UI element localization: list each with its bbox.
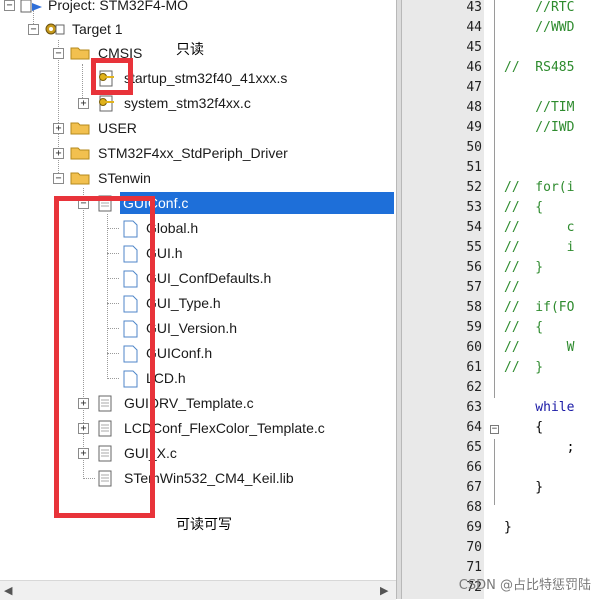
tree-group-stdperiph[interactable]: + STM32F4xx_StdPeriph_Driver bbox=[0, 142, 396, 164]
code-line[interactable]: // { bbox=[504, 198, 543, 218]
collapse-icon[interactable]: − bbox=[53, 48, 64, 59]
line-number: 47 bbox=[466, 80, 482, 95]
line-number: 58 bbox=[466, 300, 482, 315]
code-line[interactable]: //WWD bbox=[504, 18, 574, 38]
code-line[interactable]: //IWD bbox=[504, 118, 574, 138]
line-number: 46 bbox=[466, 60, 482, 75]
code-line[interactable]: //RTC bbox=[504, 0, 574, 18]
folder-icon bbox=[70, 147, 90, 160]
line-number: 45 bbox=[466, 40, 482, 55]
target-label: Target 1 bbox=[72, 21, 123, 37]
tree-file-startup[interactable]: startup_stm32f40_41xxx.s bbox=[0, 67, 396, 89]
line-number: 66 bbox=[466, 460, 482, 475]
code-line[interactable]: // if(FO bbox=[504, 298, 574, 318]
scroll-left-icon[interactable]: ◀ bbox=[4, 584, 12, 597]
fold-guide bbox=[494, 439, 495, 505]
file-label: system_stm32f4xx.c bbox=[124, 95, 251, 111]
collapse-icon[interactable]: − bbox=[4, 0, 15, 11]
file-label: startup_stm32f40_41xxx.s bbox=[124, 70, 288, 86]
code-line[interactable]: // } bbox=[504, 358, 543, 378]
project-name: Project: STM32F4-MO bbox=[48, 0, 189, 13]
line-number: 68 bbox=[466, 500, 482, 515]
line-number: 69 bbox=[466, 520, 482, 535]
code-line[interactable]: // RS485 bbox=[504, 58, 574, 78]
collapse-icon[interactable]: − bbox=[53, 173, 64, 184]
readonly-highlight-box bbox=[91, 58, 133, 95]
group-label: STM32F4xx_StdPeriph_Driver bbox=[98, 145, 288, 161]
tree-horizontal-scrollbar[interactable]: ◀ ▶ bbox=[0, 580, 396, 600]
line-number: 70 bbox=[466, 540, 482, 555]
folder-open-icon bbox=[70, 172, 90, 185]
watermark: CSDN @占比特惩罚陆 bbox=[458, 578, 591, 593]
line-number: 53 bbox=[466, 200, 482, 215]
code-line[interactable]: while bbox=[504, 398, 574, 418]
code-line[interactable]: // bbox=[504, 278, 520, 298]
file-label: GUI_Type.h bbox=[146, 295, 221, 311]
project-icon bbox=[20, 0, 42, 13]
line-number: 64 bbox=[466, 420, 482, 435]
file-label: GUI_ConfDefaults.h bbox=[146, 270, 272, 286]
line-number: 60 bbox=[466, 340, 482, 355]
line-number: 44 bbox=[466, 20, 482, 35]
line-number: 52 bbox=[466, 180, 482, 195]
line-number: 61 bbox=[466, 360, 482, 375]
folder-icon bbox=[70, 122, 90, 135]
code-line[interactable]: ; bbox=[504, 438, 575, 458]
line-number: 51 bbox=[466, 160, 482, 175]
group-label: USER bbox=[98, 120, 137, 136]
code-line[interactable]: // for(i bbox=[504, 178, 574, 198]
line-number: 62 bbox=[466, 380, 482, 395]
line-number: 63 bbox=[466, 400, 482, 415]
file-label-selected: GUIConf.c bbox=[120, 192, 394, 214]
code-line[interactable]: } bbox=[504, 478, 543, 498]
tree-target-row[interactable]: − Target 1 bbox=[0, 18, 396, 40]
line-number: 54 bbox=[466, 220, 482, 235]
line-number: 48 bbox=[466, 100, 482, 115]
code-line[interactable]: } bbox=[504, 518, 512, 538]
code-line[interactable]: // { bbox=[504, 318, 543, 338]
line-number: 56 bbox=[466, 260, 482, 275]
folder-open-icon bbox=[70, 47, 90, 60]
code-line[interactable]: // } bbox=[504, 258, 543, 278]
tree-file-system[interactable]: + system_stm32f4xx.c bbox=[0, 92, 396, 114]
tree-project-row[interactable]: − Project: STM32F4-MO bbox=[0, 0, 396, 16]
code-editor[interactable]: 43 //RTC 44 //WWD 45 46 // RS485 47 48 //TIM 49… bbox=[402, 0, 595, 599]
line-number: 59 bbox=[466, 320, 482, 335]
tree-group-user[interactable]: + USER bbox=[0, 117, 396, 139]
expand-icon[interactable]: + bbox=[53, 148, 64, 159]
scroll-right-icon[interactable]: ▶ bbox=[380, 584, 388, 597]
file-label: GUI_Version.h bbox=[146, 320, 238, 336]
code-line[interactable]: // c bbox=[504, 218, 574, 238]
group-label: STenwin bbox=[98, 170, 151, 186]
readwrite-annotation: 可读可写 bbox=[176, 517, 232, 533]
tree-group-stenwin[interactable]: − STenwin bbox=[0, 167, 396, 189]
line-number: 65 bbox=[466, 440, 482, 455]
line-number: 50 bbox=[466, 140, 482, 155]
line-number: 43 bbox=[466, 0, 482, 15]
readwrite-highlight-box bbox=[54, 196, 155, 518]
target-icon bbox=[45, 23, 65, 35]
expand-icon[interactable]: + bbox=[53, 123, 64, 134]
readonly-annotation: 只读 bbox=[176, 42, 204, 58]
read-only-key-file-icon bbox=[99, 95, 114, 112]
collapse-icon[interactable]: − bbox=[28, 24, 39, 35]
line-number: 67 bbox=[466, 480, 482, 495]
project-tree-panel[interactable]: − Project: STM32F4-MO − Target 1 − CMSIS… bbox=[0, 0, 396, 580]
file-label: GUIConf.h bbox=[146, 345, 213, 361]
line-number: 49 bbox=[466, 120, 482, 135]
code-line[interactable]: // i bbox=[504, 238, 574, 258]
code-line[interactable]: // W bbox=[504, 338, 574, 358]
code-line[interactable]: //TIM bbox=[504, 98, 574, 118]
expand-icon[interactable]: + bbox=[78, 98, 89, 109]
line-number: 57 bbox=[466, 280, 482, 295]
fold-collapse-icon[interactable]: − bbox=[490, 425, 499, 434]
line-number: 55 bbox=[466, 240, 482, 255]
fold-guide bbox=[494, 0, 495, 398]
code-line[interactable]: { bbox=[504, 418, 543, 438]
